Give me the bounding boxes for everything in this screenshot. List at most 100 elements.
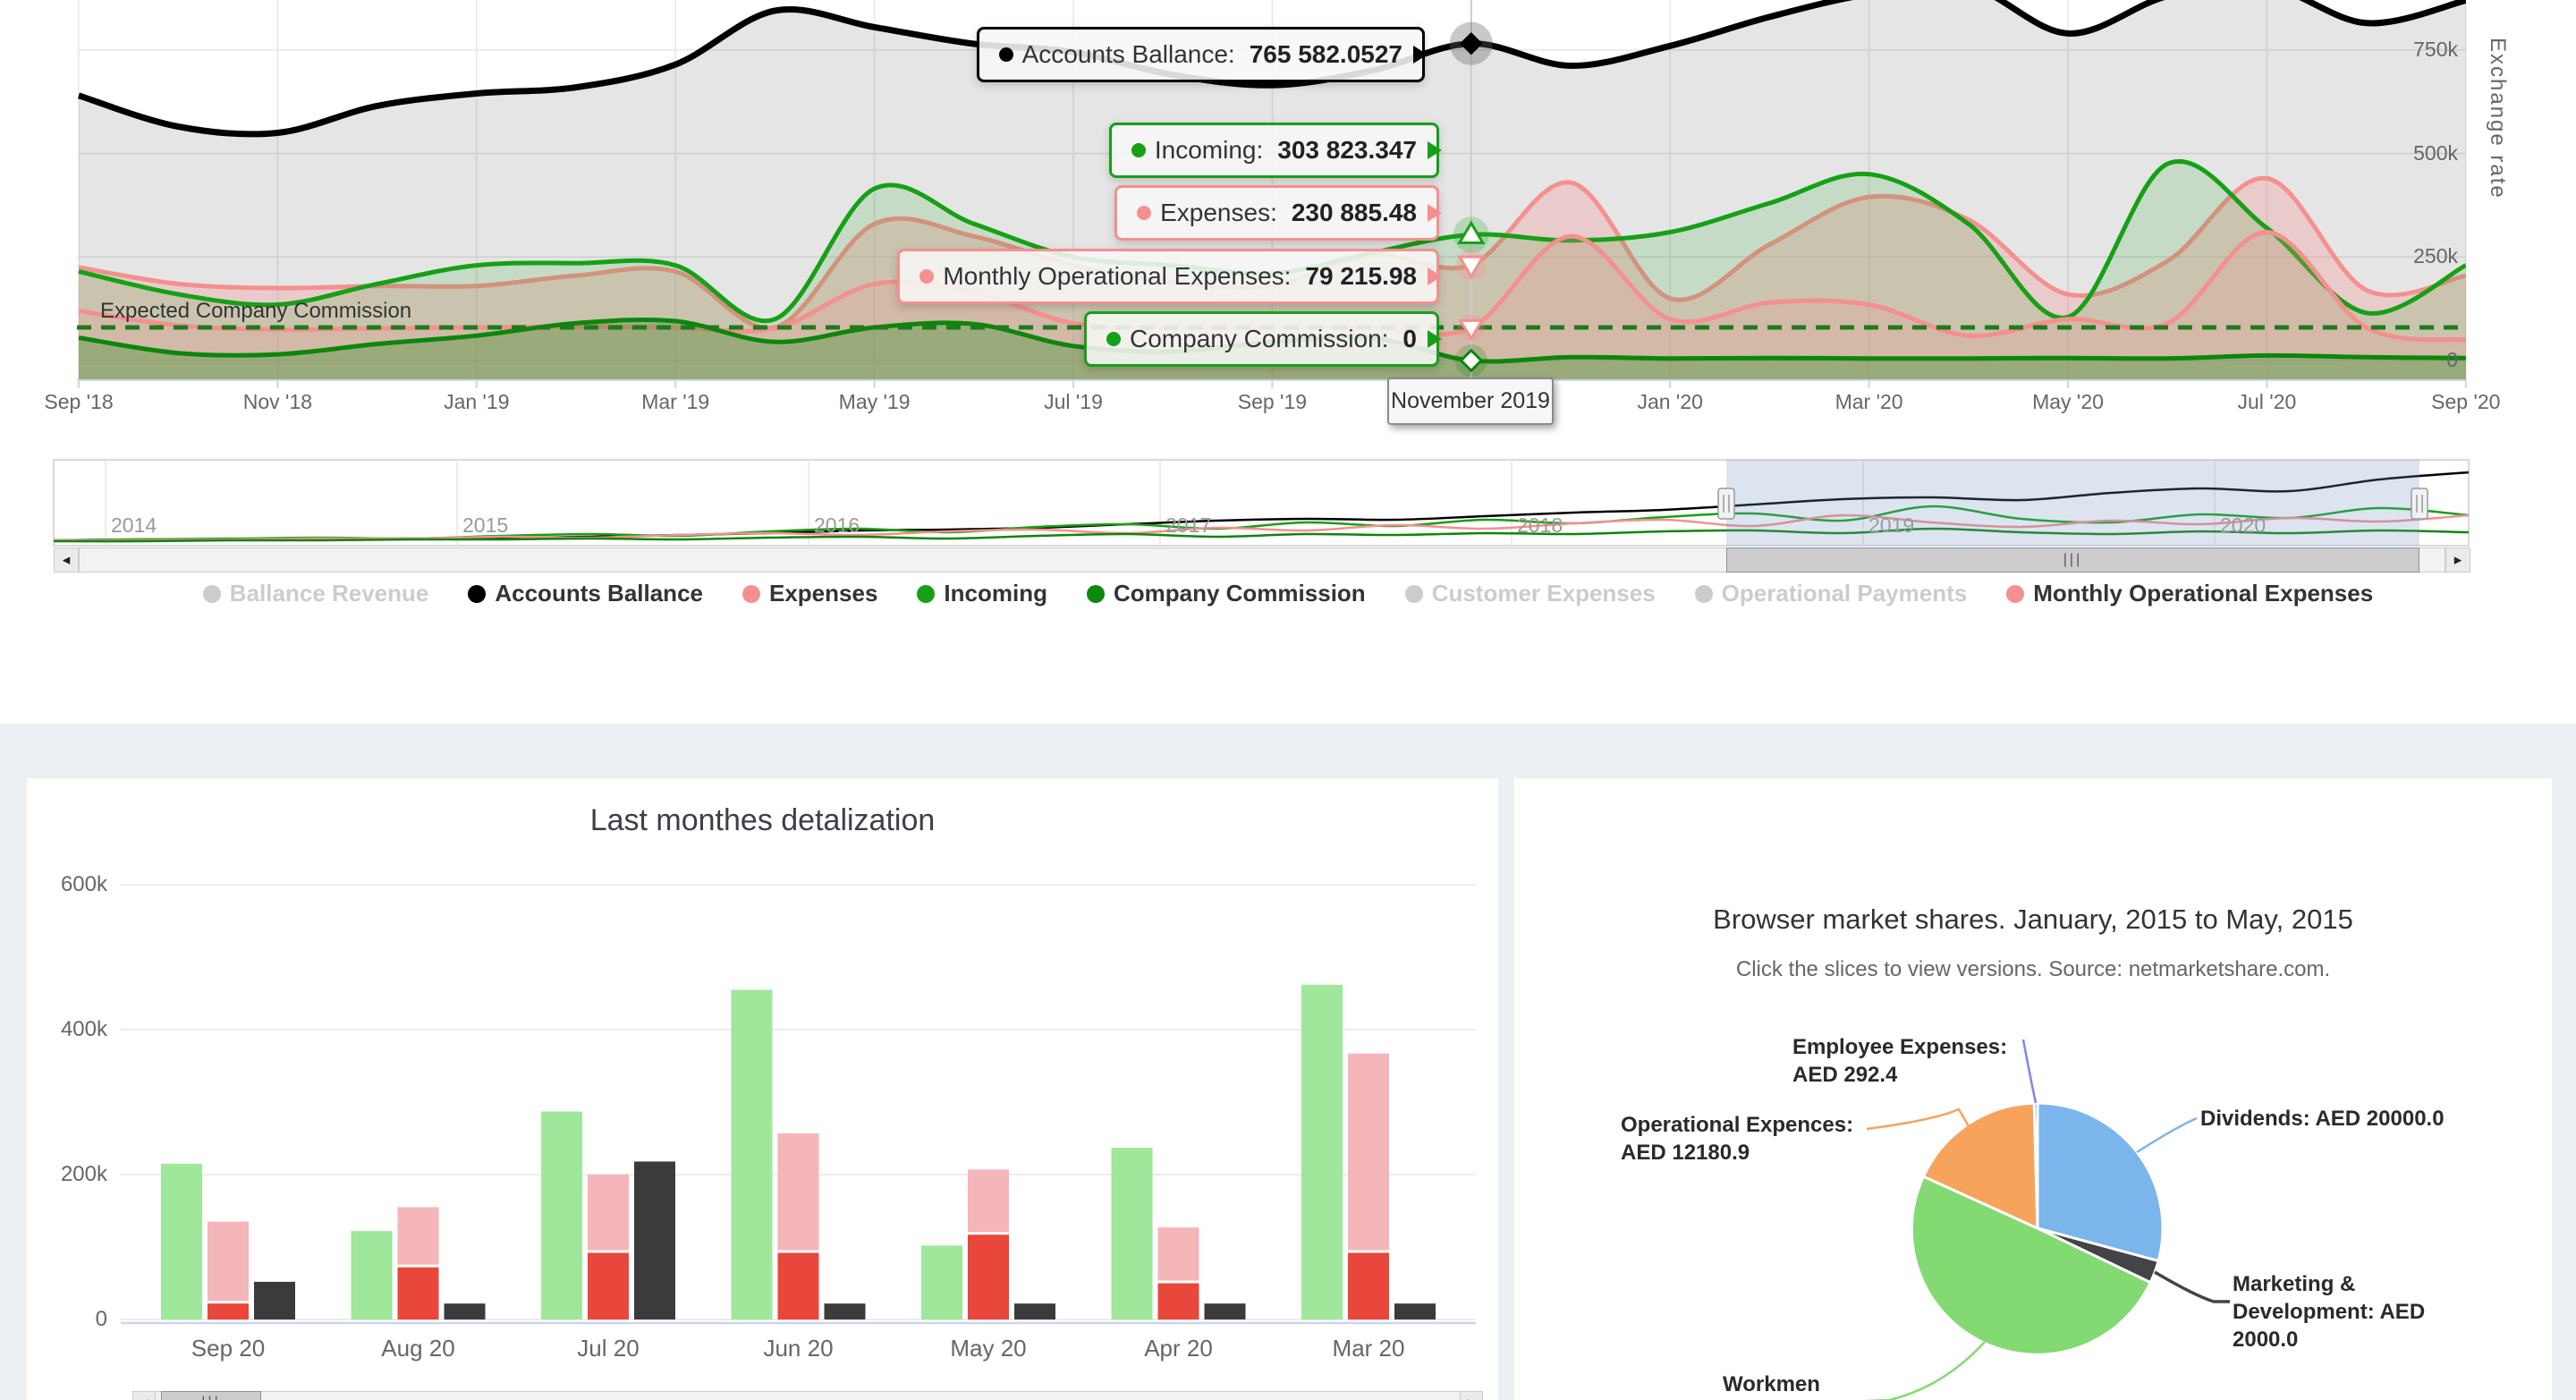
scrollbar-left-arrow-icon[interactable]: ◂ — [54, 547, 79, 573]
legend-item-ballance-revenue[interactable]: Ballance Revenue — [203, 580, 429, 607]
pie-chart-panel: Browser market shares. January, 2015 to … — [1514, 778, 2552, 1400]
y-axis-label: 500k — [2377, 141, 2458, 165]
bar-incoming — [161, 1164, 202, 1319]
x-axis-label: Jan '20 — [1637, 390, 1702, 414]
tooltip-series-dot — [1106, 332, 1121, 346]
dashboard-page: Sep '18Nov '18Jan '19Mar '19May '19Jul '… — [0, 0, 2576, 1400]
y-axis-label: 0 — [2377, 348, 2458, 372]
tooltip-series-value: 230 885.48 — [1292, 199, 1417, 227]
bar-incoming — [541, 1112, 582, 1319]
bar-expenses-upper — [968, 1169, 1009, 1232]
scrollbar-right-arrow-icon[interactable]: ▸ — [2445, 547, 2470, 573]
legend-item-operational-payments[interactable]: Operational Payments — [1695, 580, 1968, 607]
navigator-selected-range[interactable] — [1726, 460, 2419, 546]
tooltip-series-name: Incoming: — [1155, 136, 1263, 165]
navigator-year-label: 2017 — [1165, 513, 1211, 538]
tooltip-company-commission: Company Commission: 0 — [1084, 311, 1439, 367]
bar-expenses-lower — [778, 1252, 819, 1319]
tooltip-series-dot — [1131, 143, 1146, 157]
tooltip-accounts-ballance: Accounts Ballance:765 582.0527 — [977, 27, 1425, 82]
legend-item-customer-expenses[interactable]: Customer Expenses — [1405, 580, 1656, 607]
pie-label-dividends: Dividends: AED 20000.0 — [2200, 1105, 2445, 1133]
bar-x-axis-label: Apr 20 — [1144, 1335, 1213, 1362]
legend-item-label: Company Commission — [1114, 580, 1366, 607]
bar-incoming — [732, 989, 773, 1319]
bar-incoming — [352, 1231, 393, 1319]
pie-label-line: Employee Expenses: — [1792, 1033, 2007, 1061]
bar-expenses-lower — [588, 1252, 629, 1319]
bar-scrollbar-right-arrow-icon[interactable]: ▸ — [1460, 1391, 1483, 1400]
legend-item-company-commission[interactable]: Company Commission — [1087, 580, 1366, 607]
stock-chart-panel: Sep '18Nov '18Jan '19Mar '19May '19Jul '… — [0, 0, 2576, 724]
navigator[interactable] — [54, 460, 2469, 546]
pie-label-line: Operational Expences: — [1621, 1111, 1853, 1139]
legend-item-incoming[interactable]: Incoming — [917, 580, 1047, 607]
bar-series — [161, 985, 1436, 1319]
y-axis-label: 250k — [2377, 244, 2458, 268]
legend-dot-icon — [468, 585, 486, 603]
tooltip-expenses: Expenses: 230 885.48 — [1114, 185, 1439, 241]
legend-item-accounts-ballance[interactable]: Accounts Ballance — [468, 580, 703, 607]
bar-incoming — [921, 1245, 962, 1319]
navigator-handle-right[interactable] — [2411, 488, 2428, 519]
legend-dot-icon — [2006, 585, 2024, 603]
bar-expenses-lower — [1348, 1252, 1389, 1319]
legend-item-label: Monthly Operational Expenses — [2033, 580, 2373, 607]
tooltip-series-value: 79 215.98 — [1305, 262, 1417, 291]
tooltip-monthly-operational-expenses: Monthly Operational Expenses: 79 215.98 — [897, 249, 1439, 304]
x-axis-label: Sep '19 — [1238, 390, 1307, 414]
legend-item-label: Expenses — [769, 580, 877, 607]
pie-label-line: AED 292.4 — [1792, 1061, 2007, 1089]
bar-expenses-lower — [208, 1303, 249, 1319]
bar-y-axis-label: 0 — [36, 1307, 107, 1332]
bar-y-axis-label: 600k — [36, 872, 107, 897]
navigator-year-label: 2019 — [1868, 513, 1914, 538]
bar-scrollbar-track[interactable] — [132, 1391, 1483, 1400]
pie-label-line: Workmen — [1723, 1370, 1820, 1398]
legend-dot-icon — [203, 585, 221, 603]
legend-item-monthly-operational-expenses[interactable]: Monthly Operational Expenses — [2006, 580, 2373, 607]
x-axis-label: Jul '19 — [1044, 390, 1103, 414]
tooltip-series-name: Company Commission: — [1130, 325, 1388, 353]
legend-item-label: Accounts Ballance — [495, 580, 703, 607]
tooltip-series-name: Accounts Ballance: — [1022, 40, 1235, 69]
pie-label-workmen: Workmen — [1723, 1370, 1820, 1398]
navigator-year-label: 2018 — [1517, 513, 1563, 538]
navigator-year-label: 2020 — [2220, 513, 2266, 538]
tooltip-series-name: Monthly Operational Expenses: — [943, 262, 1291, 291]
y-axis-title: Exchange rate — [2485, 38, 2510, 199]
bar-scrollbar-left-arrow-icon[interactable]: ◂ — [132, 1391, 156, 1400]
x-axis-label: Jan '19 — [444, 390, 509, 414]
tooltip-series-value: 0 — [1402, 325, 1417, 353]
bar-x-axis-label: Aug 20 — [381, 1335, 454, 1362]
y-axis-label: 750k — [2377, 38, 2458, 62]
bar-incoming — [1301, 985, 1343, 1319]
navigator-year-label: 2016 — [814, 513, 860, 538]
scrollbar-thumb[interactable]: ||| — [1726, 547, 2419, 573]
legend-dot-icon — [917, 585, 935, 603]
bar-expenses-upper — [1158, 1227, 1199, 1280]
legend-item-label: Incoming — [944, 580, 1047, 607]
bar-expenses-upper — [208, 1222, 249, 1302]
legend-dot-icon — [742, 585, 760, 603]
bar-expenses-upper — [1348, 1054, 1389, 1251]
crosshair-date-label: November 2019 — [1387, 378, 1554, 425]
tooltip-series-name: Expenses: — [1160, 199, 1277, 227]
bar-x-axis-label: Sep 20 — [191, 1335, 265, 1362]
bar-balance — [825, 1303, 866, 1319]
bar-balance — [1014, 1303, 1055, 1319]
pie-label-line: 2000.0 — [2233, 1326, 2425, 1353]
navigator-handle-left[interactable] — [1718, 488, 1734, 519]
x-axis-label: Sep '20 — [2431, 390, 2500, 414]
x-axis-label: Sep '18 — [44, 390, 113, 414]
bar-expenses-upper — [398, 1207, 439, 1264]
bar-balance — [1205, 1303, 1246, 1319]
x-axis-label: May '19 — [839, 390, 911, 414]
legend-item-expenses[interactable]: Expenses — [742, 580, 877, 607]
plotline-label: Expected Company Commission — [100, 299, 411, 324]
bar-scrollbar-thumb[interactable]: ||| — [161, 1391, 261, 1400]
bar-balance — [254, 1282, 295, 1319]
pie-label-line: AED 12180.9 — [1621, 1139, 1853, 1167]
tooltip-incoming: Incoming:303 823.347 — [1109, 123, 1439, 178]
bar-incoming — [1112, 1148, 1153, 1319]
